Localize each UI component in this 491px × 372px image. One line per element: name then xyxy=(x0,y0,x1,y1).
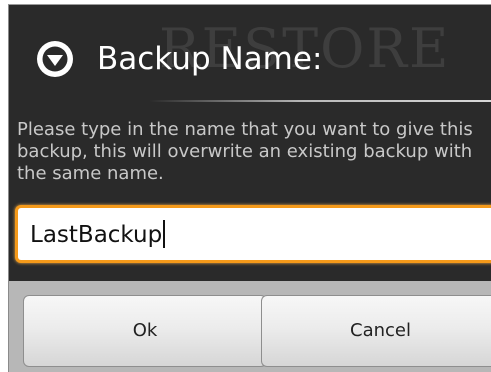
cancel-button[interactable]: Cancel xyxy=(261,295,491,367)
backup-name-input[interactable]: LastBackup xyxy=(15,205,491,263)
text-cursor xyxy=(163,219,166,248)
title-divider xyxy=(149,100,491,102)
dialog-button-bar: Ok Cancel xyxy=(9,281,491,372)
screen: RESTORE Backup Name: Please type in the … xyxy=(0,0,491,372)
dialog-message: Please type in the name that you want to… xyxy=(17,119,473,184)
chevron-down-circle-icon xyxy=(35,39,75,79)
ok-button[interactable]: Ok xyxy=(23,295,267,367)
backup-name-input-value[interactable]: LastBackup xyxy=(30,218,166,252)
dialog-title-bar: Backup Name: xyxy=(9,5,491,101)
backup-name-text: LastBackup xyxy=(30,222,163,248)
backup-name-dialog: RESTORE Backup Name: Please type in the … xyxy=(8,4,491,372)
dialog-title: Backup Name: xyxy=(97,41,323,77)
